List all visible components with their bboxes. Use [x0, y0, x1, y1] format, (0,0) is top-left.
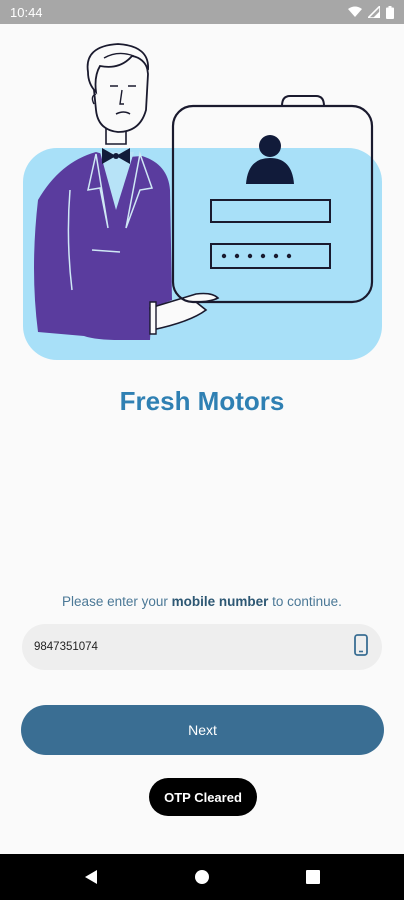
- prompt-bold: mobile number: [171, 594, 269, 609]
- home-icon[interactable]: [194, 869, 210, 885]
- back-icon[interactable]: [84, 869, 98, 885]
- prompt-prefix: Please enter your: [62, 594, 172, 609]
- mobile-number-field[interactable]: [22, 624, 382, 670]
- battery-icon: [386, 5, 394, 19]
- status-bar: 10:44: [0, 0, 404, 24]
- mobile-number-input[interactable]: [34, 641, 334, 653]
- app-title: Fresh Motors: [119, 386, 285, 416]
- mobile-phone-icon: [354, 633, 368, 661]
- otp-cleared-toast: OTP Cleared: [149, 778, 257, 816]
- recents-icon[interactable]: [306, 870, 320, 884]
- next-button[interactable]: Next: [21, 705, 384, 755]
- signal-icon: [368, 6, 380, 18]
- wifi-icon: [348, 6, 362, 18]
- prompt-suffix: to continue.: [268, 594, 342, 609]
- navigation-bar: [0, 854, 404, 900]
- status-icons: [348, 5, 394, 19]
- status-time: 10:44: [10, 4, 43, 20]
- login-prompt: Please enter your mobile number to conti…: [0, 594, 404, 609]
- hero-illustration: [0, 40, 404, 380]
